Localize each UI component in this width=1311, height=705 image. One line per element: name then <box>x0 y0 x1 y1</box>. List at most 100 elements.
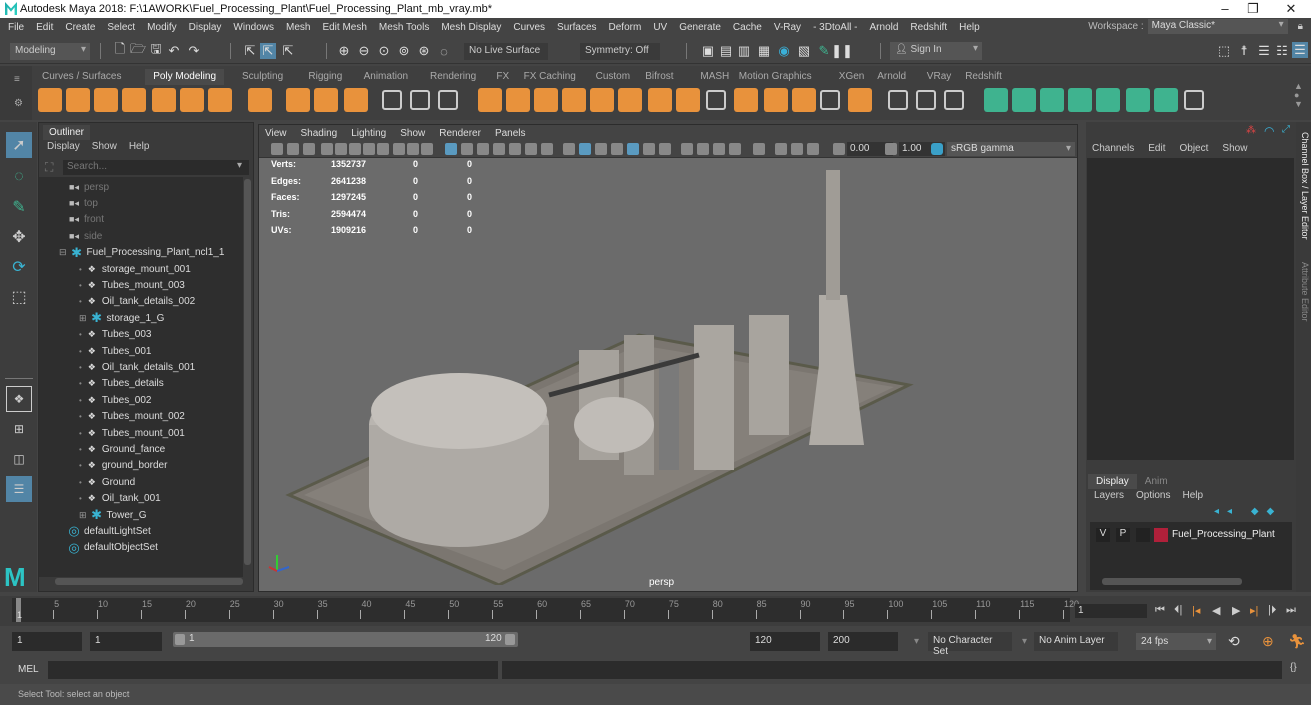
viewport-menu-panels[interactable]: Panels <box>495 128 526 139</box>
viewport-menu-lighting[interactable]: Lighting <box>351 128 386 139</box>
layer-visibility-toggle[interactable]: V <box>1096 528 1110 542</box>
loop-icon[interactable]: ⟲ <box>1228 633 1240 650</box>
poly-sphere-icon[interactable] <box>38 88 62 112</box>
render-view-icon[interactable]: ▣ <box>700 43 716 59</box>
character-set-dropdown[interactable]: No Character Set <box>928 632 1012 657</box>
close-button[interactable]: ✕ <box>1276 1 1306 17</box>
attribute-icon[interactable]: ◠ <box>1264 124 1274 138</box>
shelf-tab-curves-surfaces[interactable]: Curves / Surfaces <box>34 69 129 85</box>
snap-grid-icon[interactable]: ⊕ <box>336 43 352 59</box>
snap-point-icon[interactable]: ⊙ <box>376 43 392 59</box>
menu-help[interactable]: Help <box>959 22 980 33</box>
viewport-tool-icon[interactable] <box>807 143 819 155</box>
uv-layout-icon[interactable] <box>1154 88 1178 112</box>
render-frame-icon[interactable]: ▤ <box>718 43 734 59</box>
color-management-icon[interactable] <box>931 143 943 155</box>
separate-icon[interactable] <box>506 88 530 112</box>
expand-toggle-icon[interactable]: ⊞ <box>79 313 87 324</box>
single-pane-layout-icon[interactable]: ❖ <box>6 386 32 412</box>
measure-tool-icon[interactable] <box>382 90 402 110</box>
menu-v-ray[interactable]: V-Ray <box>774 22 801 33</box>
append-polygon-icon[interactable] <box>706 90 726 110</box>
viewport-tool-icon[interactable] <box>271 143 283 155</box>
tool-settings-toggle-icon[interactable]: ☷ <box>1274 43 1290 59</box>
outliner-menu-display[interactable]: Display <box>47 141 80 152</box>
menu-edit[interactable]: Edit <box>36 22 53 33</box>
move-tool-icon[interactable]: ✥ <box>6 224 32 250</box>
time-slider-track[interactable]: 5 10 15 20 25 30 35 40 45 50 55 60 65 70 75 80 85 90 95 100… <box>12 598 1079 622</box>
viewport-tool-icon[interactable] <box>377 143 389 155</box>
two-pane-layout-icon[interactable]: ◫ <box>6 446 32 472</box>
anim-preferences-icon[interactable]: 🏃︎ <box>1288 633 1306 650</box>
menu-edit-mesh[interactable]: Edit Mesh <box>322 22 366 33</box>
viewport-tool-icon[interactable] <box>885 143 897 155</box>
menu-display[interactable]: Display <box>189 22 222 33</box>
expand-toggle-icon[interactable]: ⊞ <box>79 510 87 521</box>
outliner-item[interactable]: • ❖ Tubes_mount_001 <box>79 425 185 441</box>
step-forward-key-button[interactable]: ▸| <box>1250 604 1258 617</box>
redo-icon[interactable]: ↷ <box>186 43 202 59</box>
playback-start-field[interactable]: 1 <box>90 632 162 651</box>
outliner-item[interactable]: • ❖ ground_border <box>79 458 167 474</box>
target-weld-icon[interactable] <box>792 88 816 112</box>
channel-box-side-tab[interactable]: Channel Box / Layer Editor <box>1297 132 1310 240</box>
uv-spherical-icon[interactable] <box>1040 88 1064 112</box>
viewport-tool-icon[interactable] <box>563 143 575 155</box>
viewport-tool-icon[interactable] <box>321 143 333 155</box>
pause-viewport-icon[interactable]: ❚❚ <box>831 43 853 59</box>
outliner-search-input[interactable]: Search... <box>63 160 249 175</box>
step-back-key-button[interactable]: |◂ <box>1192 604 1200 617</box>
menu-mesh-display[interactable]: Mesh Display <box>441 22 501 33</box>
range-end-handle[interactable] <box>505 634 515 645</box>
outliner-item[interactable]: ⊟ ✱ Fuel_Processing_Plant_ncl1_1 <box>59 245 224 261</box>
select-component-icon[interactable]: ⇱ <box>280 43 296 59</box>
scale-tool-icon[interactable]: ⬚ <box>6 284 32 310</box>
outliner-item[interactable]: • ❖ Tubes_001 <box>79 343 151 359</box>
bridge-icon[interactable] <box>676 88 700 112</box>
viewport-panel[interactable]: View Shading Lighting Show Renderer Panels 0.… <box>258 124 1078 592</box>
outliner-menu-help[interactable]: Help <box>129 141 150 152</box>
color-space-dropdown[interactable]: sRGB gamma ▾ <box>947 142 1075 156</box>
viewport-tool-icon[interactable] <box>643 143 655 155</box>
layer-playback-toggle[interactable]: P <box>1116 528 1130 542</box>
shelf-tab-sculpting[interactable]: Sculpting <box>234 69 291 85</box>
shelf-tab-poly-modeling[interactable]: Poly Modeling <box>145 69 224 85</box>
select-hierarchy-icon[interactable]: ⇱ <box>242 43 258 59</box>
render-setup-icon[interactable]: ▧ <box>796 43 812 59</box>
menu-redshift[interactable]: Redshift <box>910 22 947 33</box>
viewport-tool-icon[interactable] <box>421 143 433 155</box>
uv-planar-icon[interactable] <box>984 88 1008 112</box>
step-back-frame-button[interactable]: ⏴| <box>1174 604 1182 617</box>
viewport-scene[interactable] <box>279 165 959 585</box>
svg-tool-icon[interactable] <box>344 88 368 112</box>
viewport-tool-icon[interactable] <box>833 143 845 155</box>
uv-automatic-icon[interactable] <box>1068 88 1092 112</box>
save-scene-icon[interactable]: 🖫︎ <box>148 41 164 59</box>
viewport-tool-icon[interactable] <box>753 143 765 155</box>
channel-box-toggle-icon[interactable]: ☰ <box>1292 42 1308 58</box>
edit-menu[interactable]: Edit <box>1148 143 1165 154</box>
poly-cube-icon[interactable] <box>66 88 90 112</box>
viewport-tool-icon[interactable] <box>407 143 419 155</box>
viewport-tool-icon[interactable] <box>659 143 671 155</box>
type-tool-icon[interactable] <box>314 88 338 112</box>
poly-cone-icon[interactable] <box>122 88 146 112</box>
menu-file[interactable]: File <box>8 22 24 33</box>
viewport-menu-shading[interactable]: Shading <box>301 128 338 139</box>
current-frame-field[interactable]: 1 <box>1075 604 1147 618</box>
undo-icon[interactable]: ↶ <box>166 43 182 59</box>
sculpt-brush-icon[interactable] <box>944 90 964 110</box>
poly-cylinder-icon[interactable] <box>94 88 118 112</box>
make-live-icon[interactable]: ⊛ <box>416 43 432 59</box>
menu-3dtoall[interactable]: - 3DtoAll - <box>813 22 857 33</box>
outliner-horizontal-scrollbar[interactable] <box>55 578 243 585</box>
menu-deform[interactable]: Deform <box>609 22 642 33</box>
outliner-item[interactable]: • ❖ Tubes_002 <box>79 392 151 408</box>
outliner-item[interactable]: ■◂ front <box>67 212 104 228</box>
outliner-item[interactable]: • ❖ Oil_tank_details_002 <box>79 294 195 310</box>
outliner-item[interactable]: ■◂ persp <box>67 179 109 195</box>
insert-edge-loop-icon[interactable] <box>764 88 788 112</box>
human-ik-icon[interactable]: ☨ <box>1236 43 1252 59</box>
menu-cache[interactable]: Cache <box>733 22 762 33</box>
shelf-tab-fx[interactable]: FX <box>488 69 517 85</box>
